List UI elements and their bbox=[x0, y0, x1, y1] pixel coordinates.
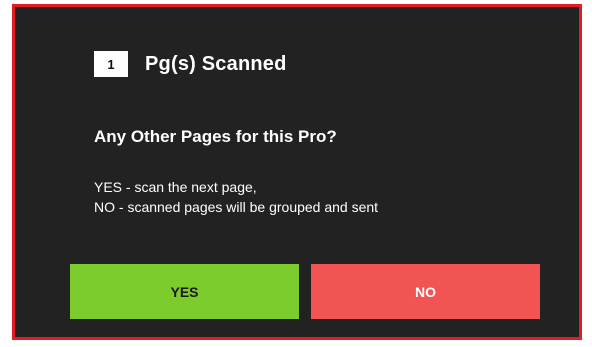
instruction-no: NO - scanned pages will be grouped and s… bbox=[94, 199, 379, 215]
dialog-header: 1 Pg(s) Scanned bbox=[94, 51, 287, 77]
page-count-badge: 1 bbox=[94, 51, 128, 77]
dialog-question: Any Other Pages for this Pro? bbox=[94, 127, 337, 146]
dialog-title: Pg(s) Scanned bbox=[145, 52, 287, 75]
dialog-instructions: YES - scan the next page, NO - scanned p… bbox=[94, 177, 378, 217]
no-button[interactable]: NO bbox=[311, 264, 540, 319]
instruction-yes: YES - scan the next page, bbox=[94, 179, 257, 195]
yes-button[interactable]: YES bbox=[70, 264, 299, 319]
scan-confirmation-dialog: 1 Pg(s) Scanned Any Other Pages for this… bbox=[12, 4, 582, 340]
